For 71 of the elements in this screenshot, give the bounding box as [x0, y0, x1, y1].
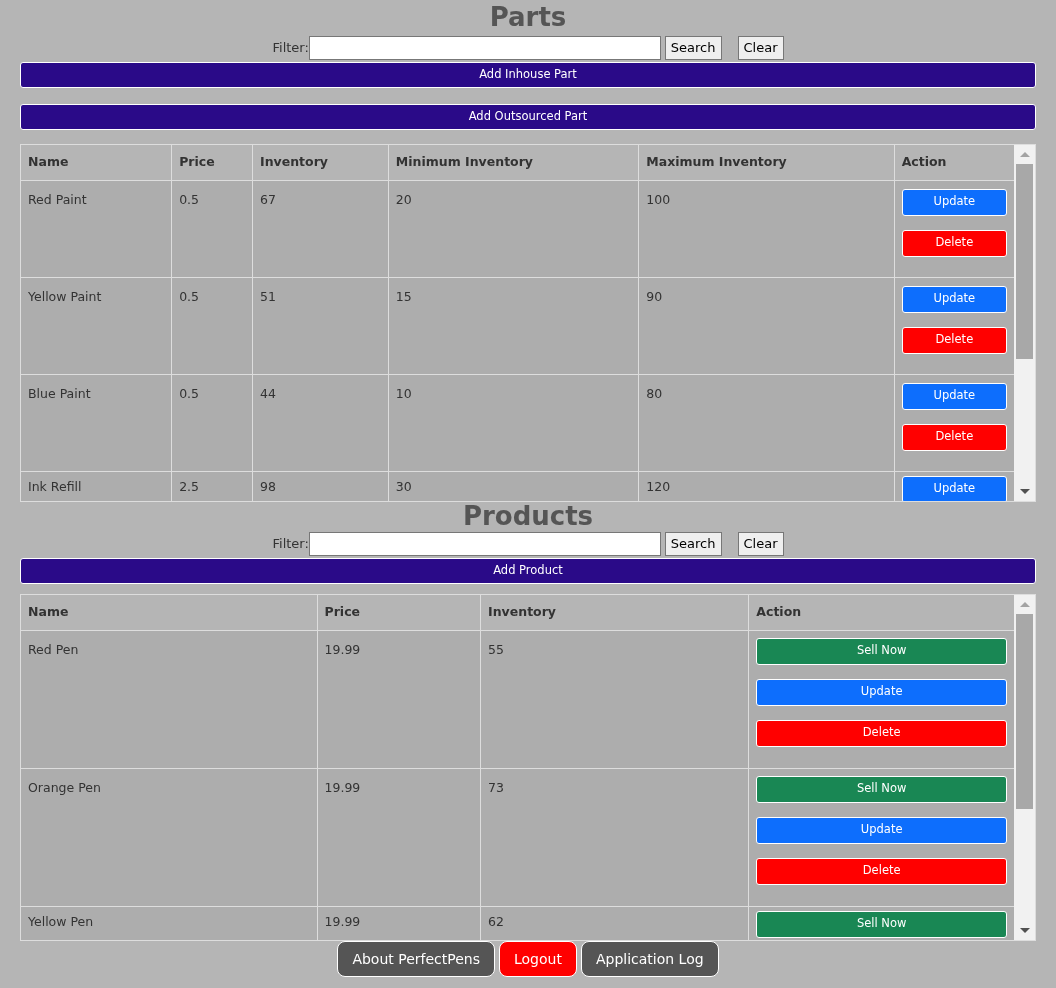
update-button[interactable]: Update — [901, 382, 1007, 410]
delete-button[interactable]: Delete — [756, 719, 1007, 747]
clear-button[interactable]: Clear — [737, 36, 784, 60]
footer-button[interactable]: About PerfectPens — [337, 941, 495, 977]
table-cell: Red Pen — [21, 630, 318, 768]
table-cell: 100 — [638, 180, 895, 277]
section-title: Parts — [488, 1, 568, 34]
scrollbar[interactable] — [1014, 595, 1035, 940]
search-button[interactable]: Search — [664, 36, 722, 60]
table-cell: 30 — [388, 471, 639, 501]
delete-button[interactable]: Delete — [756, 857, 1007, 885]
table-cell: Blue Paint — [21, 374, 172, 471]
column-header: Inventory — [252, 145, 389, 180]
table-cell: 2.5 — [171, 471, 253, 501]
search-button[interactable]: Search — [664, 532, 722, 556]
table-cell: 19.99 — [317, 906, 481, 940]
column-header: Inventory — [480, 595, 749, 630]
table-cell: Yellow Pen — [21, 906, 318, 940]
filter-label: Filter: — [272, 535, 309, 554]
clear-button[interactable]: Clear — [737, 532, 784, 556]
table-cell: Orange Pen — [21, 768, 318, 906]
update-button[interactable]: Update — [756, 816, 1007, 844]
table-cell: 98 — [252, 471, 389, 501]
update-button[interactable]: Update — [901, 285, 1007, 313]
table-cell: 20 — [388, 180, 639, 277]
table-cell: 55 — [480, 630, 749, 768]
table-cell: Red Paint — [21, 180, 172, 277]
sell-now-button[interactable]: Sell Now — [756, 775, 1007, 803]
table-cell: 120 — [638, 471, 895, 501]
scrollbar[interactable] — [1014, 145, 1035, 501]
table-cell: 19.99 — [317, 630, 481, 768]
table-cell: 0.5 — [171, 277, 253, 374]
column-header: Action — [894, 145, 1014, 180]
footer-button[interactable]: Application Log — [580, 941, 719, 977]
update-button[interactable]: Update — [901, 188, 1007, 216]
add-button[interactable]: Add Inhouse Part — [20, 62, 1036, 88]
column-header: Maximum Inventory — [638, 145, 895, 180]
table-cell: 44 — [252, 374, 389, 471]
sell-now-button[interactable]: Sell Now — [756, 910, 1007, 938]
update-button[interactable]: Update — [756, 678, 1007, 706]
sell-now-button[interactable]: Sell Now — [756, 637, 1007, 665]
filter-field[interactable] — [308, 532, 661, 556]
add-button[interactable]: Add Product — [20, 558, 1036, 584]
delete-button[interactable]: Delete — [901, 423, 1007, 451]
table-cell: 73 — [480, 768, 749, 906]
column-header: Name — [21, 595, 318, 630]
table-cell: 0.5 — [171, 374, 253, 471]
table-cell: 62 — [480, 906, 749, 940]
add-button[interactable]: Add Outsourced Part — [20, 104, 1036, 130]
column-header: Price — [317, 595, 481, 630]
filter-field[interactable] — [308, 36, 661, 60]
table-cell: 19.99 — [317, 768, 481, 906]
filter-label: Filter: — [272, 39, 309, 58]
table-cell: 90 — [638, 277, 895, 374]
column-header: Action — [748, 595, 1014, 630]
table-cell: 10 — [388, 374, 639, 471]
table-cell: 51 — [252, 277, 389, 374]
table-cell: Yellow Paint — [21, 277, 172, 374]
delete-button[interactable]: Delete — [901, 229, 1007, 257]
table-cell: 0.5 — [171, 180, 253, 277]
delete-button[interactable]: Delete — [901, 326, 1007, 354]
update-button[interactable]: Update — [901, 475, 1007, 501]
table-cell: 15 — [388, 277, 639, 374]
column-header: Price — [171, 145, 253, 180]
table-cell: Ink Refill — [21, 471, 172, 501]
column-header: Name — [21, 145, 172, 180]
section-title: Products — [461, 502, 595, 530]
column-header: Minimum Inventory — [388, 145, 639, 180]
table-cell: 67 — [252, 180, 389, 277]
table-cell: 80 — [638, 374, 895, 471]
logout-button[interactable]: Logout — [499, 941, 577, 977]
